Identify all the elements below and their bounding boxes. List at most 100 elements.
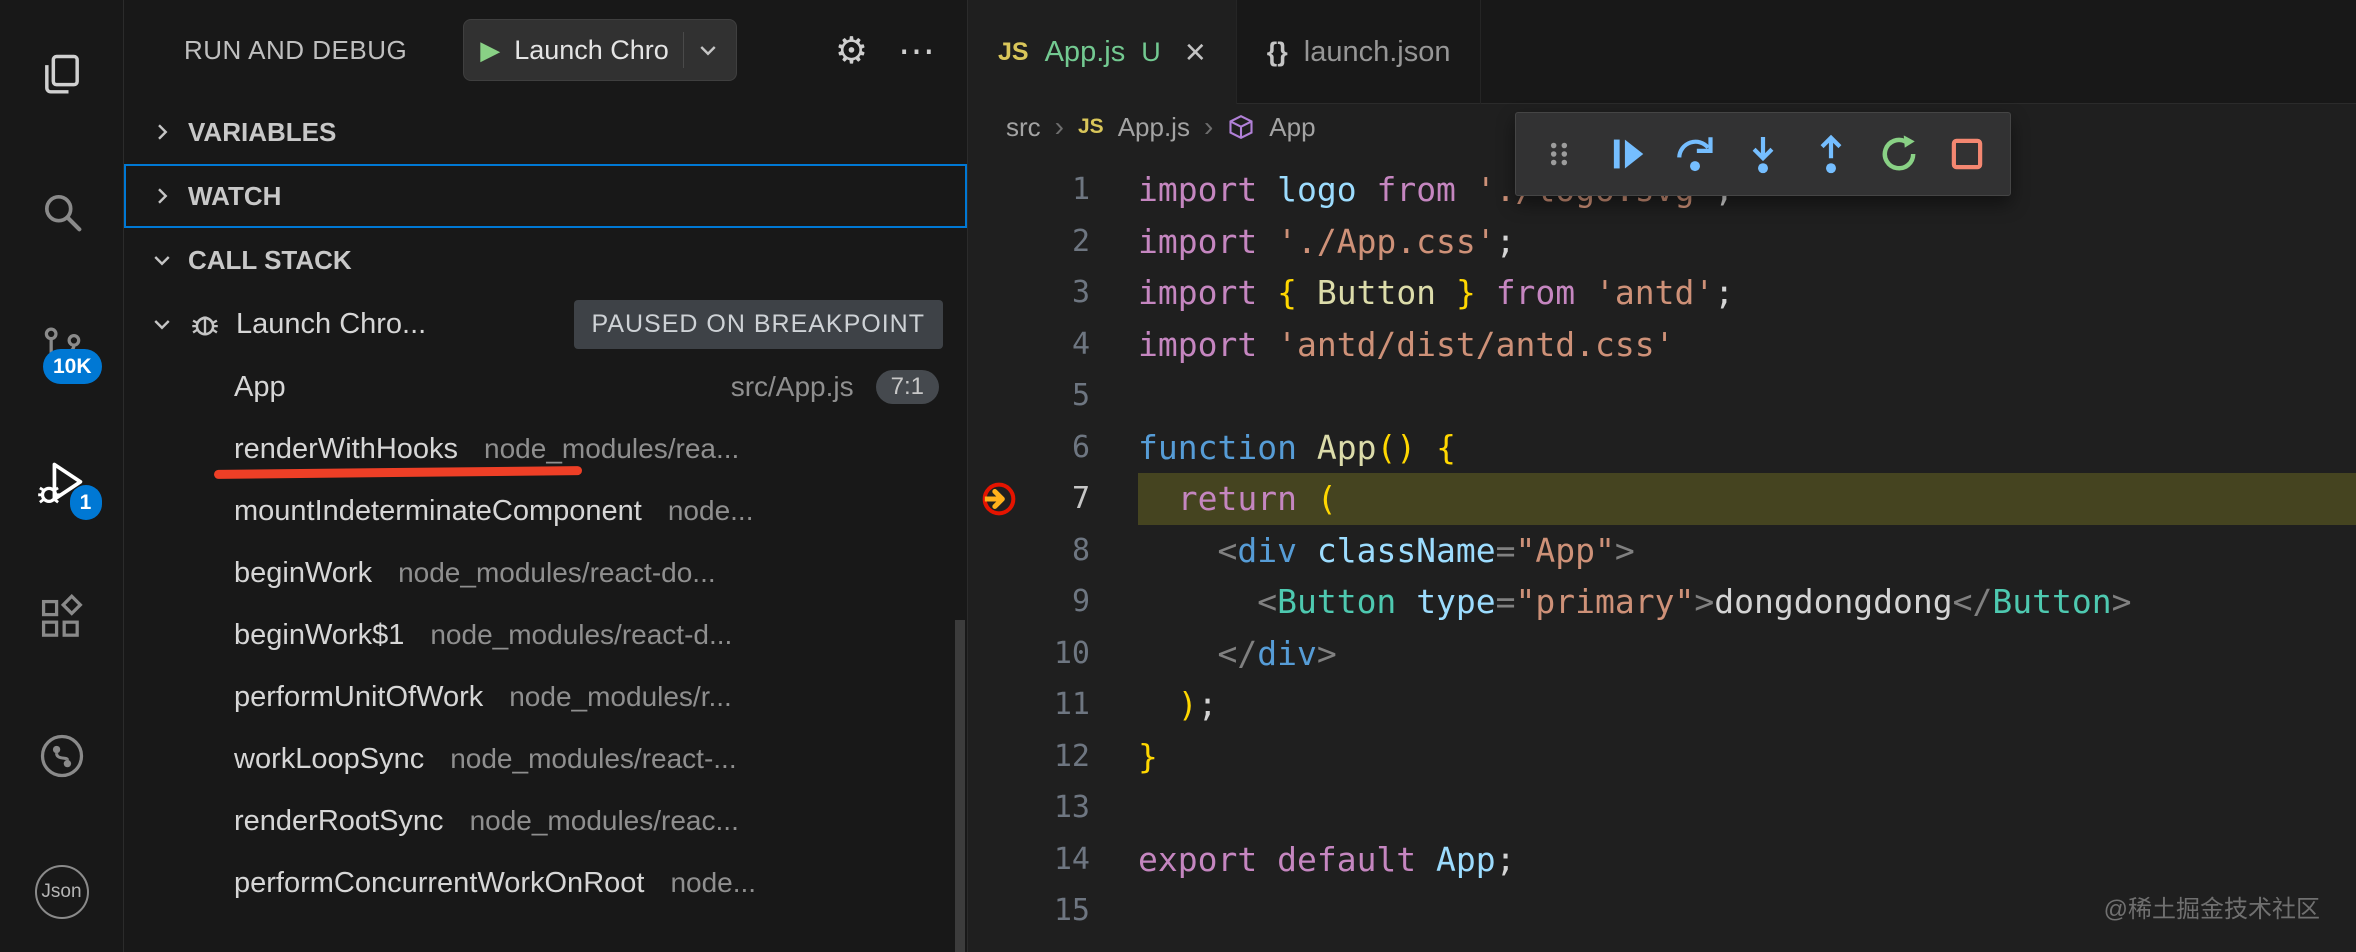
line-col-badge: 7:1	[876, 370, 939, 404]
code-line[interactable]: 13	[968, 782, 2356, 834]
stack-frame[interactable]: mountIndeterminateComponent node...	[124, 480, 967, 542]
code-line[interactable]: 9 <Button type="primary">dongdongdong</B…	[968, 576, 2356, 628]
debug-session-row[interactable]: Launch Chro... PAUSED ON BREAKPOINT	[124, 292, 967, 356]
tab-bar: JS App.js U × {} launch.json	[968, 0, 2356, 104]
line-number[interactable]: 11	[1030, 687, 1090, 722]
line-number[interactable]: 3	[1030, 275, 1090, 310]
line-number[interactable]: 12	[1030, 739, 1090, 774]
step-out-button[interactable]	[1802, 125, 1860, 183]
code-line-text[interactable]	[1138, 370, 2356, 422]
launch-config-dropdown[interactable]: ▶ Launch Chro	[463, 19, 737, 81]
activity-extensions[interactable]	[34, 592, 90, 648]
code-line-text[interactable]: );	[1138, 679, 2356, 731]
tab-app-js[interactable]: JS App.js U ×	[968, 0, 1237, 104]
code-line[interactable]: 7 return (	[968, 473, 2356, 525]
files-icon	[36, 50, 88, 102]
code-line-text[interactable]: }	[1138, 731, 2356, 783]
more-actions-icon[interactable]: ⋯	[898, 32, 937, 69]
step-into-button[interactable]	[1734, 125, 1792, 183]
stack-frame[interactable]: performConcurrentWorkOnRoot node...	[124, 852, 967, 914]
line-number[interactable]: 13	[1030, 790, 1090, 825]
code-line-text[interactable]: <Button type="primary">dongdongdong</But…	[1138, 576, 2356, 628]
circle-branch-icon	[36, 730, 88, 782]
step-into-icon	[1742, 133, 1784, 175]
code-line-text[interactable]: export default App;	[1138, 834, 2356, 886]
code-line[interactable]: 2 import './App.css';	[968, 216, 2356, 268]
run-debug-sidebar: RUN AND DEBUG ▶ Launch Chro ⚙ ⋯ VARIABLE…	[124, 0, 968, 952]
stack-frame[interactable]: beginWork$1 node_modules/react-d...	[124, 604, 967, 666]
line-number[interactable]: 6	[1030, 430, 1090, 465]
breadcrumb-symbol[interactable]: App	[1269, 112, 1315, 143]
code-line[interactable]: 3 import { Button } from 'antd';	[968, 267, 2356, 319]
activity-source-control[interactable]: 10K	[34, 320, 90, 376]
code-area[interactable]: 1import logo from './logo.svg';2import '…	[968, 150, 2356, 952]
code-line[interactable]: 4 import 'antd/dist/antd.css'	[968, 319, 2356, 371]
code-line-text[interactable]: <div className="App">	[1138, 525, 2356, 577]
breadcrumb-src[interactable]: src	[1006, 112, 1041, 143]
stack-frame[interactable]: renderRootSync node_modules/reac...	[124, 790, 967, 852]
stack-frame[interactable]: beginWork node_modules/react-do...	[124, 542, 967, 604]
code-line-text[interactable]: import './App.css';	[1138, 216, 2356, 268]
close-icon[interactable]: ×	[1185, 34, 1206, 70]
json-file-icon: {}	[1267, 37, 1288, 68]
line-number[interactable]: 10	[1030, 636, 1090, 671]
stop-icon	[1946, 133, 1988, 175]
sidebar-title: RUN AND DEBUG	[184, 35, 407, 66]
code-line[interactable]: 12}	[968, 731, 2356, 783]
tab-launch-json[interactable]: {} launch.json	[1237, 0, 1482, 104]
code-line[interactable]: 11 );	[968, 679, 2356, 731]
breadcrumb-separator: ›	[1204, 111, 1213, 143]
code-line-text[interactable]: import 'antd/dist/antd.css'	[1138, 319, 2356, 371]
line-number[interactable]: 9	[1030, 584, 1090, 619]
code-line[interactable]: 10 </div>	[968, 628, 2356, 680]
code-line[interactable]: 6 function App() {	[968, 422, 2356, 474]
code-line-text[interactable]: </div>	[1138, 628, 2356, 680]
stop-button[interactable]	[1938, 125, 1996, 183]
breakpoint-gutter[interactable]	[968, 479, 1030, 519]
stack-frame[interactable]: performUnitOfWork node_modules/r...	[124, 666, 967, 728]
toolbar-drag-handle[interactable]	[1530, 125, 1588, 183]
line-number[interactable]: 2	[1030, 224, 1090, 259]
symbol-class-icon	[1227, 113, 1255, 141]
stack-frame[interactable]: workLoopSync node_modules/react-...	[124, 728, 967, 790]
line-number[interactable]: 15	[1030, 893, 1090, 928]
section-watch[interactable]: WATCH	[124, 164, 967, 228]
activity-scm-graph[interactable]	[34, 728, 90, 784]
code-line[interactable]: 14 export default App;	[968, 834, 2356, 886]
step-over-button[interactable]	[1666, 125, 1724, 183]
code-line[interactable]: 8 <div className="App">	[968, 525, 2356, 577]
code-line-text[interactable]: function App() {	[1138, 422, 2356, 474]
breadcrumb-file[interactable]: App.js	[1118, 112, 1190, 143]
line-number[interactable]: 4	[1030, 327, 1090, 362]
paused-on-breakpoint-badge: PAUSED ON BREAKPOINT	[574, 300, 944, 349]
gear-icon[interactable]: ⚙	[835, 32, 868, 69]
activity-json-extension[interactable]: Json	[34, 864, 90, 920]
section-label: WATCH	[188, 181, 281, 212]
code-line-text[interactable]: return (	[1138, 473, 2356, 525]
section-call-stack[interactable]: CALL STACK	[124, 228, 967, 292]
activity-run-debug[interactable]: 1	[34, 456, 90, 512]
continue-button[interactable]	[1598, 125, 1656, 183]
tab-title: App.js	[1045, 36, 1126, 69]
chevron-down-icon[interactable]	[683, 32, 720, 68]
restart-button[interactable]	[1870, 125, 1928, 183]
code-line-text[interactable]	[1138, 782, 2356, 834]
continue-icon	[1606, 133, 1648, 175]
activity-explorer[interactable]	[34, 48, 90, 104]
line-number[interactable]: 7	[1030, 481, 1090, 516]
section-variables[interactable]: VARIABLES	[124, 100, 967, 164]
start-debug-icon[interactable]: ▶	[480, 35, 500, 66]
stack-frame-app[interactable]: App src/App.js 7:1	[124, 356, 967, 418]
editor-area: JS App.js U × {} launch.json src › JS Ap…	[968, 0, 2356, 952]
activity-search[interactable]	[34, 184, 90, 240]
line-number[interactable]: 5	[1030, 378, 1090, 413]
js-file-icon: JS	[998, 38, 1029, 67]
code-line[interactable]: 5	[968, 370, 2356, 422]
line-number[interactable]: 8	[1030, 533, 1090, 568]
json-extension-label: Json	[41, 881, 81, 903]
sidebar-scrollbar[interactable]	[955, 620, 965, 952]
line-number[interactable]: 1	[1030, 172, 1090, 207]
line-number[interactable]: 14	[1030, 842, 1090, 877]
code-line-text[interactable]: import { Button } from 'antd';	[1138, 267, 2356, 319]
vscode-window: 10K 1	[0, 0, 2356, 952]
